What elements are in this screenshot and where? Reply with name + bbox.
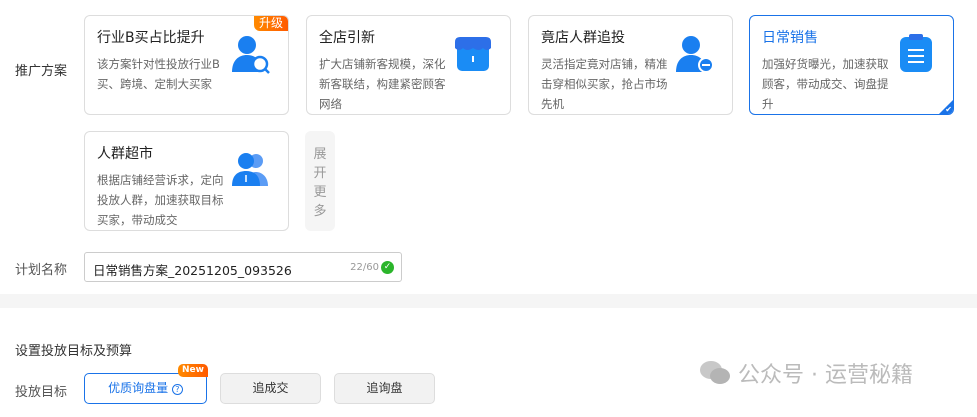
- check-circle-icon: ✓: [381, 261, 394, 274]
- card-title: 行业B买占比提升: [97, 30, 205, 46]
- card-desc: 根据店铺经营诉求，定向投放人群，加速获取目标买家，带动成交: [97, 173, 224, 227]
- wechat-icon: [700, 361, 730, 384]
- plan-name-value: 日常销售方案_20251205_093526: [93, 263, 292, 278]
- goal-conversion[interactable]: 追成交: [220, 373, 321, 404]
- watermark: 公众号 · 运营秘籍: [700, 357, 913, 389]
- card-desc: 加强好货曝光，加速获取顾客，带动成交、询盘提升: [762, 57, 889, 111]
- card-title: 人群超市: [97, 146, 153, 162]
- plan-card-industry[interactable]: 行业B买占比提升 该方案针对性投放行业B买、跨境、定制大买家 升级: [84, 15, 289, 115]
- section-divider: [0, 294, 977, 308]
- plan-card-daily-sales[interactable]: 日常销售 加强好货曝光，加速获取顾客，带动成交、询盘提升 ✔: [749, 15, 954, 115]
- plan-card-new-customers[interactable]: 全店引新 扩大店铺新客规模，深化新客联结，构建紧密顾客网络: [306, 15, 511, 115]
- upgrade-badge: 升级: [253, 16, 288, 31]
- help-icon[interactable]: ?: [171, 384, 183, 395]
- plan-name-input[interactable]: 日常销售方案_20251205_093526 22/60 ✓: [84, 252, 402, 282]
- new-badge: New: [178, 364, 208, 377]
- plan-card-competitor[interactable]: 竟店人群追投 灵活指定竟对店铺，精准击穿相似买家，抢占市场先机: [528, 15, 733, 115]
- plan-name-label: 计划名称: [15, 263, 68, 278]
- section-title: 设置投放目标及预算: [15, 344, 133, 359]
- users-icon: [232, 153, 268, 186]
- store-icon: [455, 37, 491, 71]
- plan-label: 推广方案: [15, 64, 68, 79]
- expand-more-button[interactable]: 展开更多: [305, 131, 335, 231]
- card-title: 日常销售: [762, 30, 818, 46]
- clipboard-icon: [900, 34, 932, 72]
- goal-inquiry[interactable]: 追询盘: [334, 373, 435, 404]
- plan-card-audience-market[interactable]: 人群超市 根据店铺经营诉求，定向投放人群，加速获取目标买家，带动成交: [84, 131, 289, 231]
- user-minus-icon: [676, 36, 714, 73]
- selected-check-icon: ✔: [939, 100, 953, 114]
- card-title: 全店引新: [319, 30, 375, 46]
- card-title: 竟店人群追投: [541, 30, 625, 46]
- user-search-icon: [232, 36, 270, 74]
- char-count: 22/60: [350, 262, 379, 273]
- card-desc: 该方案针对性投放行业B买、跨境、定制大买家: [97, 57, 220, 91]
- card-desc: 灵活指定竟对店铺，精准击穿相似买家，抢占市场先机: [541, 57, 668, 111]
- goal-quality-inquiry[interactable]: 优质询盘量 ?: [84, 373, 207, 404]
- goal-label-text: 优质询盘量: [108, 381, 169, 395]
- card-desc: 扩大店铺新客规模，深化新客联结，构建紧密顾客网络: [319, 57, 446, 111]
- watermark-text: 公众号 · 运营秘籍: [738, 363, 913, 388]
- goal-label: 投放目标: [15, 385, 68, 400]
